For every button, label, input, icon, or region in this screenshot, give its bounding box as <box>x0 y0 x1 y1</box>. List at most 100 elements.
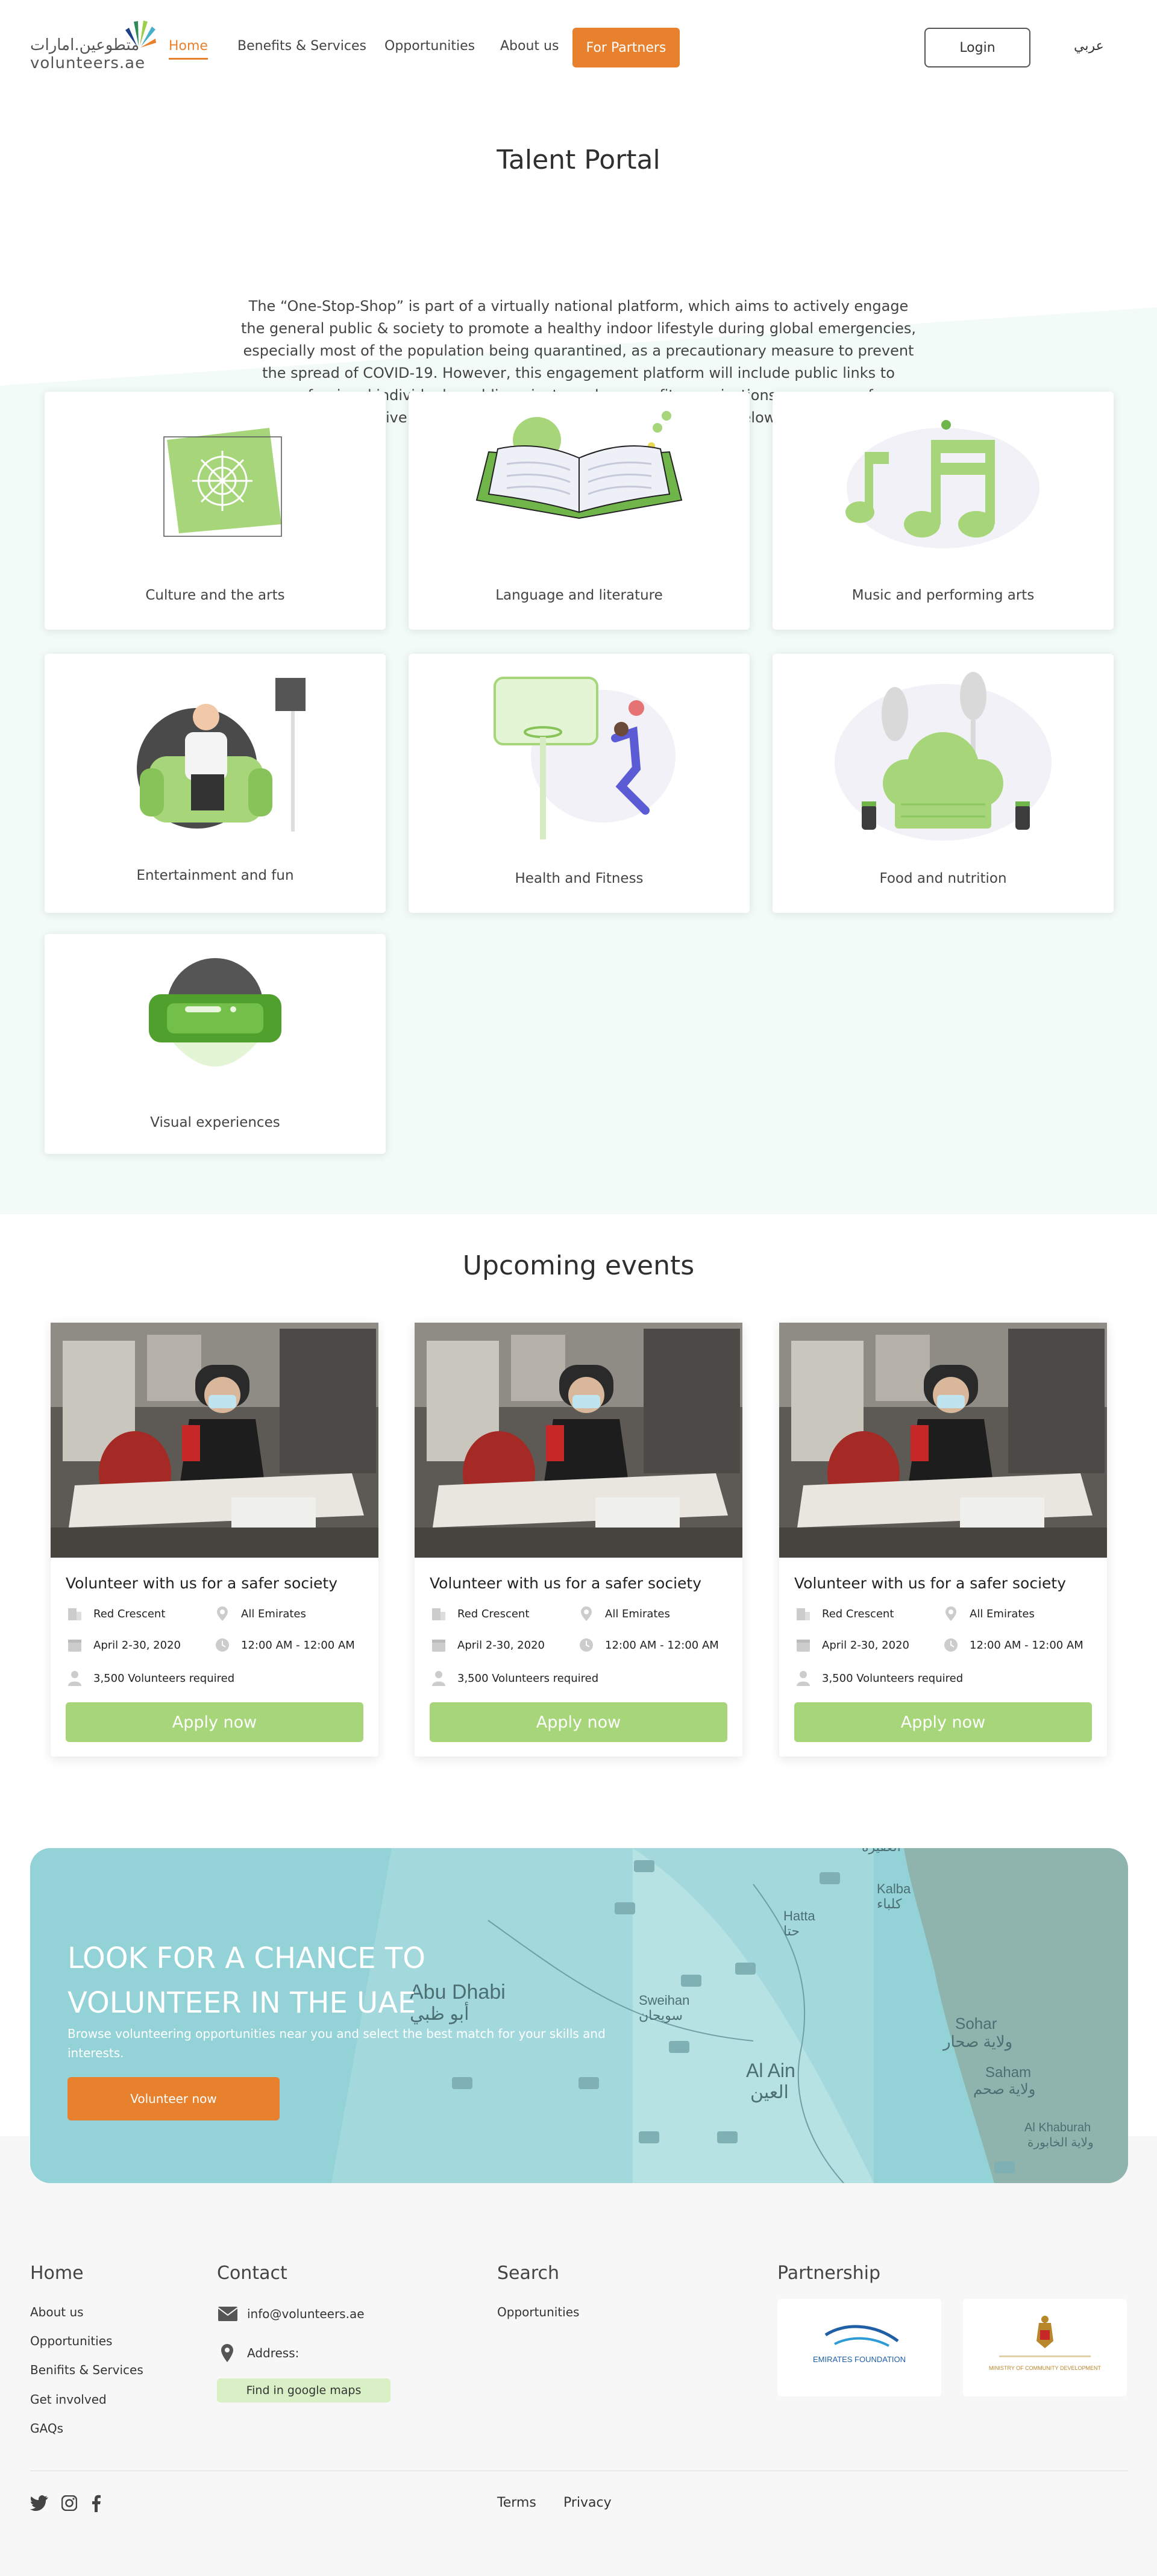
logo-english-text: volunteers.ae <box>30 54 146 72</box>
footer-contact-heading: Contact <box>217 2263 287 2284</box>
banner-heading: LOOK FOR A CHANCE TO VOLUNTEER IN THE UA… <box>67 1936 489 2025</box>
find-in-google-maps-button[interactable]: Find in google maps <box>217 2378 390 2402</box>
partner-logo-emirates-foundation[interactable]: EMIRATES FOUNDATION <box>777 2299 941 2396</box>
footer-search-heading: Search <box>497 2263 560 2284</box>
footer-link-get-involved[interactable]: Get involved <box>30 2392 107 2407</box>
banner-text: Browse volunteering opportunities near y… <box>67 2026 606 2060</box>
twitter-icon[interactable] <box>30 2495 48 2511</box>
event-time-text: 12:00 AM - 12:00 AM <box>970 1638 1083 1652</box>
calendar-icon <box>432 1640 445 1652</box>
privacy-link[interactable]: Privacy <box>563 2495 612 2510</box>
event-time: 12:00 AM - 12:00 AM <box>213 1636 355 1654</box>
event-organizer-text: Red Crescent <box>822 1607 894 1620</box>
event-title: Volunteer with us for a safer society <box>430 1575 702 1592</box>
building-icon <box>68 1608 81 1620</box>
apply-now-button[interactable]: Apply now <box>66 1702 363 1742</box>
event-location: All Emirates <box>942 1605 1035 1623</box>
facebook-icon[interactable] <box>92 2494 101 2512</box>
nav-benefits-services[interactable]: Benefits & Services <box>237 39 366 54</box>
nav-about-us[interactable]: About us <box>500 39 559 54</box>
apply-now-button[interactable]: Apply now <box>430 1702 727 1742</box>
culture-arts-icon <box>163 428 282 537</box>
volunteer-banner: Abu Dhabi أبو ظبي Sweihan سويحان Al Ain … <box>30 1848 1128 2183</box>
music-notes-icon <box>845 420 1039 548</box>
sector-card-music[interactable]: Music and performing arts <box>773 392 1114 630</box>
map-label-hatta-ar: حتا <box>783 1923 800 1938</box>
event-date-text: April 2-30, 2020 <box>457 1638 545 1652</box>
sector-label: Health and Fitness <box>515 871 644 886</box>
footer-email[interactable]: info@volunteers.ae <box>247 2307 365 2321</box>
event-location: All Emirates <box>577 1605 670 1623</box>
event-photo <box>415 1323 742 1558</box>
person-armchair-icon <box>137 678 306 832</box>
nav-opportunities[interactable]: Opportunities <box>384 39 475 54</box>
sector-card-food[interactable]: Food and nutrition <box>773 654 1114 913</box>
volunteer-banner-section: Abu Dhabi أبو ظبي Sweihan سويحان Al Ain … <box>0 1817 1157 2239</box>
location-pin-icon <box>581 1606 592 1621</box>
event-date: April 2-30, 2020 <box>794 1636 909 1654</box>
event-title: Volunteer with us for a safer society <box>794 1575 1067 1592</box>
sector-card-visual[interactable]: Visual experiences <box>45 934 386 1154</box>
clock-icon <box>216 1638 229 1652</box>
map-label-hatta: Hatta <box>783 1908 815 1923</box>
map-label-sohar: Sohar <box>955 2014 997 2032</box>
person-icon <box>68 1671 81 1686</box>
map-label-kalba-ar: كلباء <box>877 1896 902 1911</box>
sector-label: Culture and the arts <box>145 588 285 603</box>
event-photo-image <box>779 1323 1107 1558</box>
map-label-al-ain: Al Ain <box>746 2060 795 2081</box>
event-card[interactable]: Volunteer with us for a safer society Re… <box>779 1323 1107 1757</box>
apply-now-button[interactable]: Apply now <box>794 1702 1092 1742</box>
event-time-text: 12:00 AM - 12:00 AM <box>241 1638 355 1652</box>
nav-home[interactable]: Home <box>169 39 208 60</box>
language-toggle[interactable]: عربي <box>1074 39 1104 54</box>
event-date-text: April 2-30, 2020 <box>822 1638 909 1652</box>
terms-link[interactable]: Terms <box>497 2495 536 2510</box>
sector-card-entertainment[interactable]: Entertainment and fun <box>45 654 386 913</box>
footer-link-opportunities[interactable]: Opportunities <box>30 2334 112 2348</box>
event-location-text: All Emirates <box>241 1607 306 1620</box>
event-card[interactable]: Volunteer with us for a safer society Re… <box>51 1323 378 1757</box>
map-label-sweihan: Sweihan <box>639 1993 689 2008</box>
vr-headset-icon <box>149 958 281 1067</box>
event-photo <box>51 1323 378 1558</box>
person-icon <box>797 1671 810 1686</box>
footer-link-benefits[interactable]: Benifits & Services <box>30 2363 143 2377</box>
event-organizer: Red Crescent <box>430 1605 529 1623</box>
footer-link-faqs[interactable]: GAQs <box>30 2421 63 2436</box>
calendar-icon <box>68 1640 81 1652</box>
logo-arabic-text: متطوعين.امارات <box>30 36 140 54</box>
event-time-text: 12:00 AM - 12:00 AM <box>605 1638 719 1652</box>
building-icon <box>797 1608 810 1620</box>
basketball-player-icon <box>494 677 676 839</box>
calendar-icon <box>797 1640 810 1652</box>
event-volunteers-text: 3,500 Volunteers required <box>457 1672 599 1685</box>
footer-partnership-heading: Partnership <box>777 2263 881 2284</box>
event-organizer-text: Red Crescent <box>457 1607 530 1620</box>
ministry-community-development-logo: MINISTRY OF COMMUNITY DEVELOPMENT <box>989 2316 1102 2371</box>
map-label-al-khaburah-ar: ولاية الخابورة <box>1027 2136 1094 2149</box>
instagram-icon[interactable] <box>61 2495 77 2511</box>
building-icon <box>432 1608 445 1620</box>
footer-link-search-opportunities[interactable]: Opportunities <box>497 2305 579 2319</box>
sector-card-health[interactable]: Health and Fitness <box>409 654 750 913</box>
clock-icon <box>580 1638 593 1652</box>
sector-card-culture[interactable]: Culture and the arts <box>45 392 386 630</box>
footer-link-about[interactable]: About us <box>30 2305 84 2319</box>
event-date: April 2-30, 2020 <box>66 1636 181 1654</box>
sector-card-language[interactable]: Language and literature <box>409 392 750 630</box>
event-organizer: Red Crescent <box>66 1605 165 1623</box>
event-photo <box>779 1323 1107 1558</box>
event-card[interactable]: Volunteer with us for a safer society Re… <box>415 1323 742 1757</box>
event-volunteers: 3,500 Volunteers required <box>794 1669 963 1687</box>
map-label-saham-ar: ولاية صحم <box>973 2081 1035 2098</box>
login-button[interactable]: Login <box>924 28 1030 67</box>
for-partners-button[interactable]: For Partners <box>572 28 680 67</box>
partner-logo-ministry[interactable]: MINISTRY OF COMMUNITY DEVELOPMENT <box>963 2299 1127 2396</box>
volunteer-now-button[interactable]: Volunteer now <box>67 2077 280 2120</box>
map-label-al-ain-ar: العين <box>750 2082 789 2103</box>
upcoming-events-section: Upcoming events Volunteer with us for a <box>0 1214 1157 1817</box>
site-logo[interactable]: متطوعين.امارات volunteers.ae <box>30 18 157 72</box>
event-photo-image <box>415 1323 742 1558</box>
map-label-al-aqeerah-ar: العقيرة <box>862 1848 901 1855</box>
